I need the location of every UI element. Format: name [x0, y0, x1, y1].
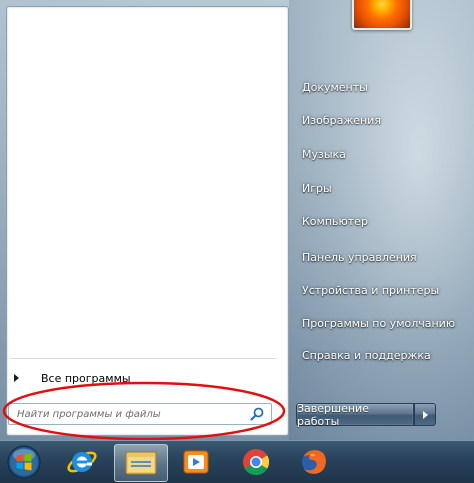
taskbar-media-player[interactable]	[172, 444, 220, 480]
media-player-icon	[183, 450, 209, 474]
menu-item-label: Панель управления	[302, 250, 417, 264]
internet-explorer-icon	[67, 451, 97, 473]
programs-divider	[10, 358, 276, 359]
menu-item-computer[interactable]: Компьютер	[296, 210, 374, 232]
taskbar-windows-explorer[interactable]	[114, 444, 168, 482]
shutdown-label: Завершение работы	[297, 401, 369, 428]
menu-item-default-programs[interactable]: Программы по умолчанию	[296, 312, 461, 334]
chrome-icon	[243, 449, 270, 476]
menu-item-label: Программы по умолчанию	[302, 316, 456, 330]
chevron-right-icon	[14, 374, 19, 382]
menu-item-label: Компьютер	[302, 214, 368, 228]
all-programs-label: Все программы	[41, 371, 131, 385]
menu-item-documents[interactable]: Документы	[296, 76, 374, 98]
menu-item-label: Документы	[302, 80, 368, 94]
menu-item-pictures[interactable]: Изображения	[296, 109, 387, 131]
menu-item-label: Устройства и принтеры	[302, 283, 440, 297]
taskbar-internet-explorer[interactable]	[58, 444, 106, 480]
menu-item-label: Музыка	[302, 147, 346, 161]
chevron-right-icon	[422, 410, 428, 419]
search-box[interactable]	[8, 403, 272, 425]
shutdown-options-button[interactable]	[414, 403, 436, 426]
menu-item-control-panel[interactable]: Панель управления	[296, 246, 423, 268]
all-programs-button[interactable]: Все программы	[10, 366, 276, 390]
search-icon[interactable]	[249, 406, 265, 422]
taskbar-firefox[interactable]	[290, 444, 338, 480]
firefox-icon	[302, 450, 326, 474]
menu-item-help-support[interactable]: Справка и поддержка	[296, 344, 437, 366]
menu-item-label: Изображения	[302, 113, 381, 127]
windows-explorer-icon	[125, 451, 157, 475]
shutdown-button[interactable]: Завершение работы	[296, 401, 414, 428]
windows-start-orb-icon	[7, 445, 41, 479]
menu-item-games[interactable]: Игры	[296, 177, 338, 199]
start-button[interactable]	[0, 444, 48, 480]
menu-item-label: Справка и поддержка	[302, 348, 431, 362]
menu-item-devices-printers[interactable]: Устройства и принтеры	[296, 279, 445, 301]
user-account-picture[interactable]	[352, 0, 412, 30]
taskbar-chrome[interactable]	[232, 444, 280, 480]
search-input[interactable]	[9, 405, 249, 423]
menu-item-music[interactable]: Музыка	[296, 143, 352, 165]
menu-item-label: Игры	[302, 181, 332, 195]
start-menu: Все программы Документы Изображения Музы…	[0, 0, 474, 440]
